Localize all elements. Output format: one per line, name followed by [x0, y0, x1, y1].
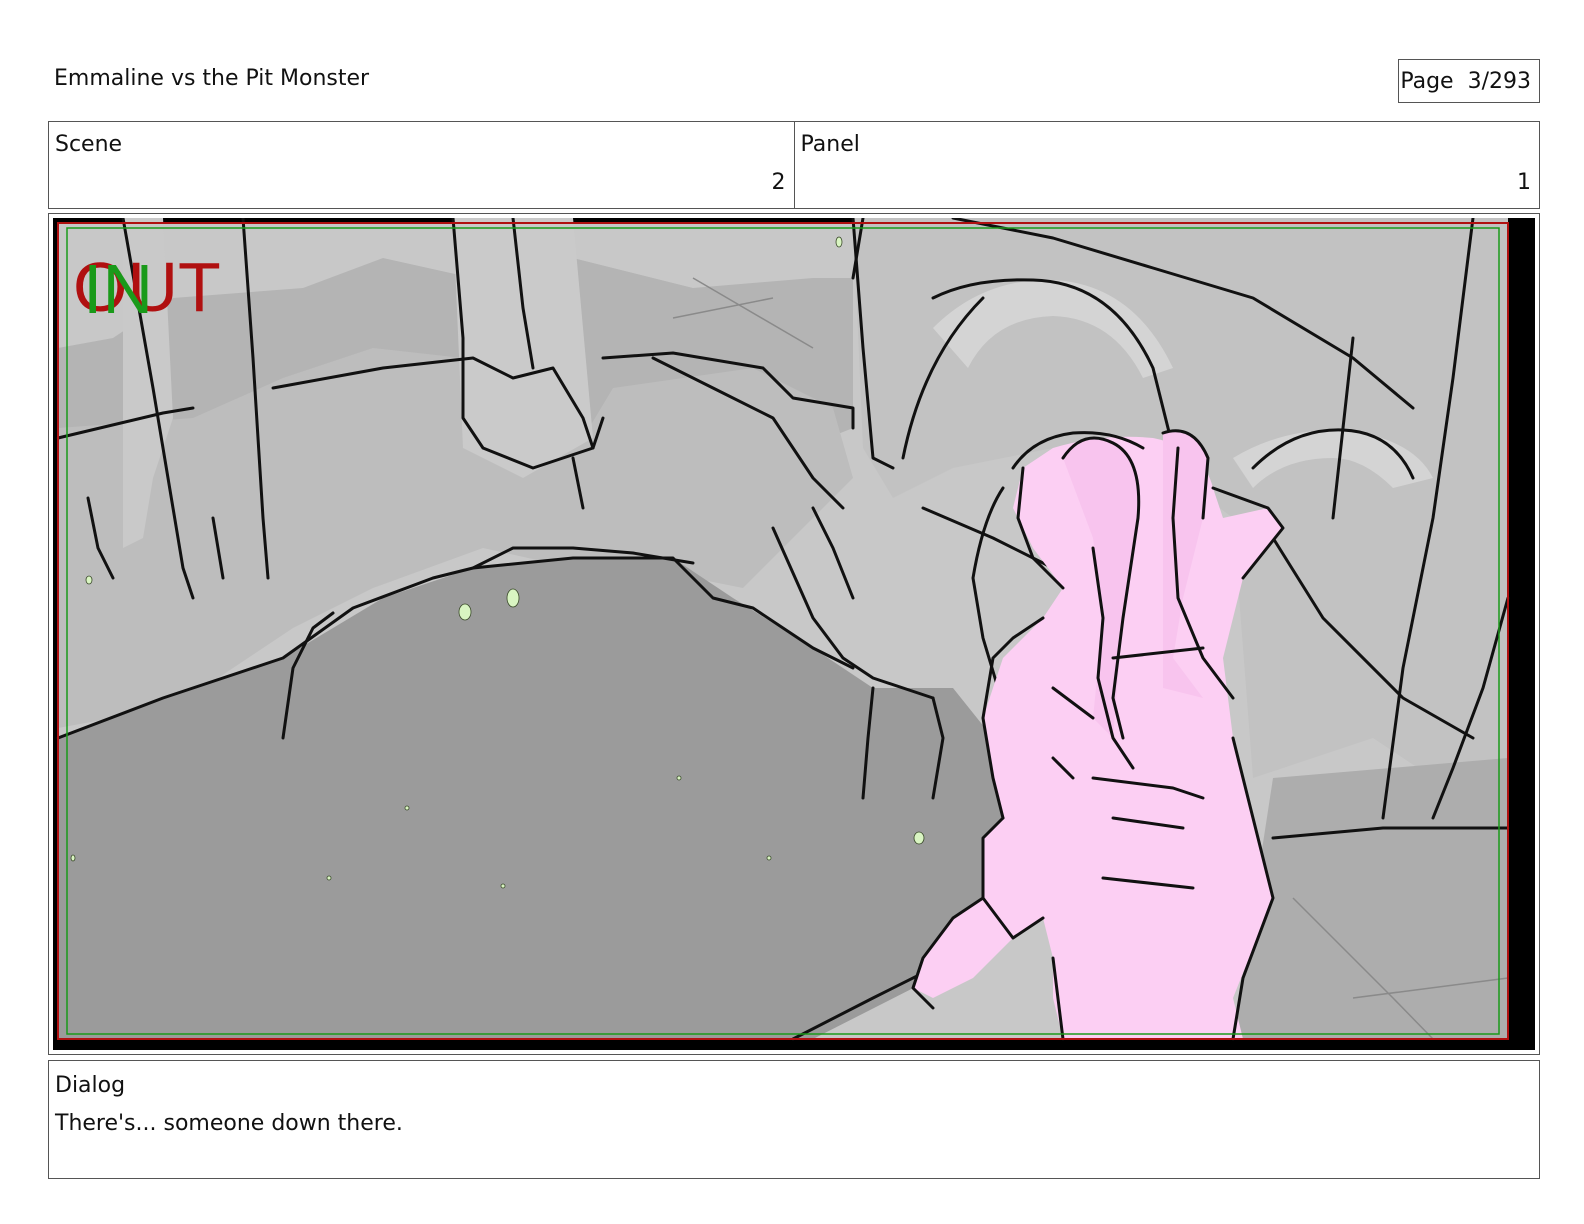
page-label: Page	[1400, 68, 1454, 94]
scene-label: Scene	[55, 132, 123, 157]
page-number: 3/293	[1467, 68, 1531, 94]
panel-number: 1	[1517, 170, 1531, 195]
storyboard-sketch: OUT IN	[53, 218, 1535, 1050]
dialog-label: Dialog	[55, 1073, 126, 1098]
dialog-text: There's... someone down there.	[55, 1111, 403, 1136]
scene-cell: Scene 2	[49, 122, 794, 208]
panel-cell: Panel 1	[793, 122, 1540, 208]
page-indicator: Page 3/293	[1398, 59, 1540, 103]
storyboard-title: Emmaline vs the Pit Monster	[54, 66, 370, 91]
panel-label: Panel	[800, 132, 860, 157]
scene-number: 2	[771, 170, 786, 195]
scene-panel-row: Scene 2 Panel 1	[48, 121, 1540, 209]
in-marker: IN	[83, 250, 153, 328]
dialog-box: Dialog There's... someone down there.	[48, 1060, 1540, 1179]
panel-frame: OUT IN	[48, 213, 1540, 1055]
